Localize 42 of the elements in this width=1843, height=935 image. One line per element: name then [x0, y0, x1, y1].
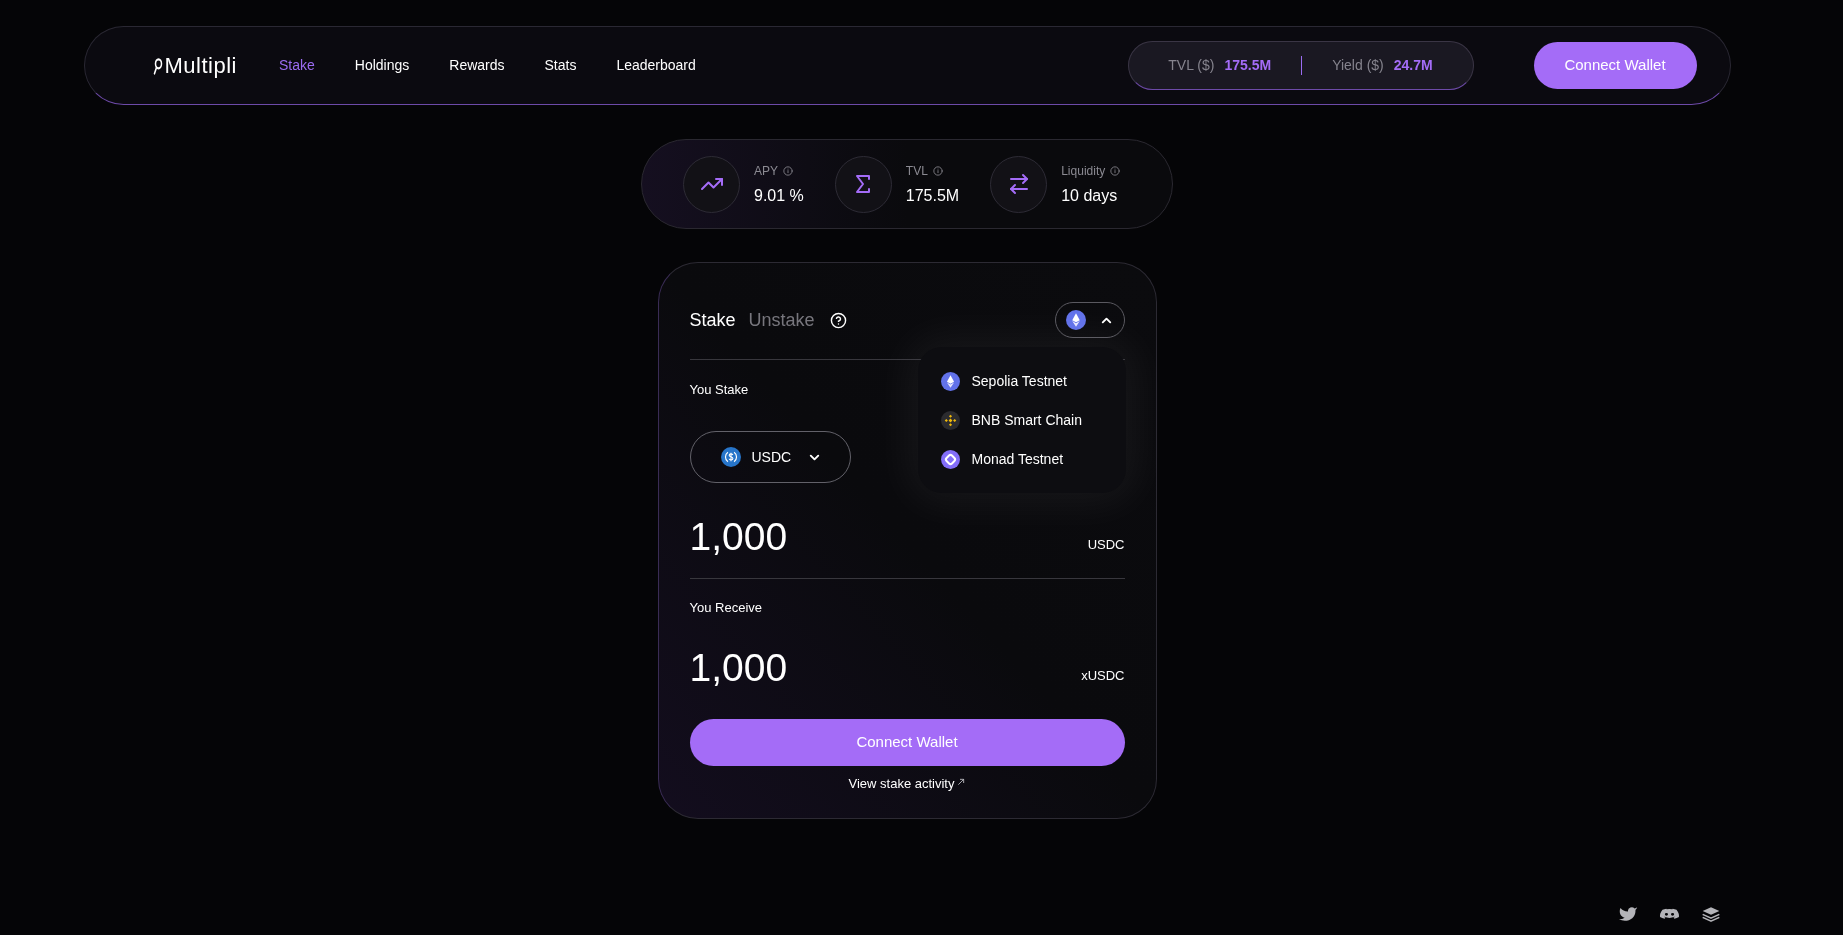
section-label: You Stake [689, 381, 749, 400]
external-arrow-icon [957, 777, 966, 786]
nav-link[interactable]: Holdings [354, 55, 410, 76]
stat-label: Yield ($) [1332, 56, 1384, 75]
mode-tab[interactable]: Unstake [748, 306, 815, 334]
stat-label: TVL ($) [1168, 56, 1215, 75]
metric-label: TVL [905, 163, 928, 180]
network-option[interactable]: Monad Testnet [940, 449, 1064, 469]
logo-text: Multipli [164, 52, 237, 80]
stat-value: 175.5M [1224, 56, 1272, 75]
stake-amount-input[interactable]: 1,000 [689, 512, 950, 562]
controller-face-icon[interactable] [1659, 906, 1680, 922]
nav-link[interactable]: Leaderboard [616, 55, 696, 76]
stacked-layers-icon[interactable] [1701, 905, 1721, 923]
ring-coin-icon [940, 449, 960, 469]
view-stake-activity-link[interactable]: View stake activity [848, 776, 966, 792]
metric-value: 175.5M [905, 186, 960, 206]
nav-link[interactable]: Rewards [449, 55, 505, 76]
metric-value: 9.01 % [754, 186, 804, 206]
help-icon [829, 311, 847, 329]
network-option[interactable]: Sepolia Testnet [940, 371, 1067, 391]
diamond-pattern-coin-icon [940, 410, 960, 430]
info-icon [932, 166, 943, 176]
mode-tab[interactable]: Stake [689, 306, 736, 334]
network-option[interactable]: BNB Smart Chain [940, 410, 1082, 430]
metric-value: 10 days [1061, 186, 1119, 206]
token-label: USDC [751, 447, 792, 467]
info-icon [1110, 166, 1121, 176]
bird-icon[interactable] [1618, 905, 1638, 923]
info-icon [783, 166, 793, 176]
receive-amount: 1,000 [689, 645, 788, 691]
unit-label: USDC [1087, 535, 1125, 554]
nav-link[interactable]: Stake [278, 55, 315, 76]
logo-loop-icon [151, 56, 164, 75]
section-label: You Receive [689, 599, 762, 618]
diamond-coin-icon [940, 371, 960, 391]
metric-label: APY [754, 163, 778, 180]
stat-value: 24.7M [1393, 56, 1433, 75]
unit-label: xUSDC [1081, 666, 1125, 685]
nav-link[interactable]: Stats [544, 55, 577, 76]
dollar-coin-icon [720, 447, 741, 467]
metric-label: Liquidity [1061, 163, 1106, 180]
